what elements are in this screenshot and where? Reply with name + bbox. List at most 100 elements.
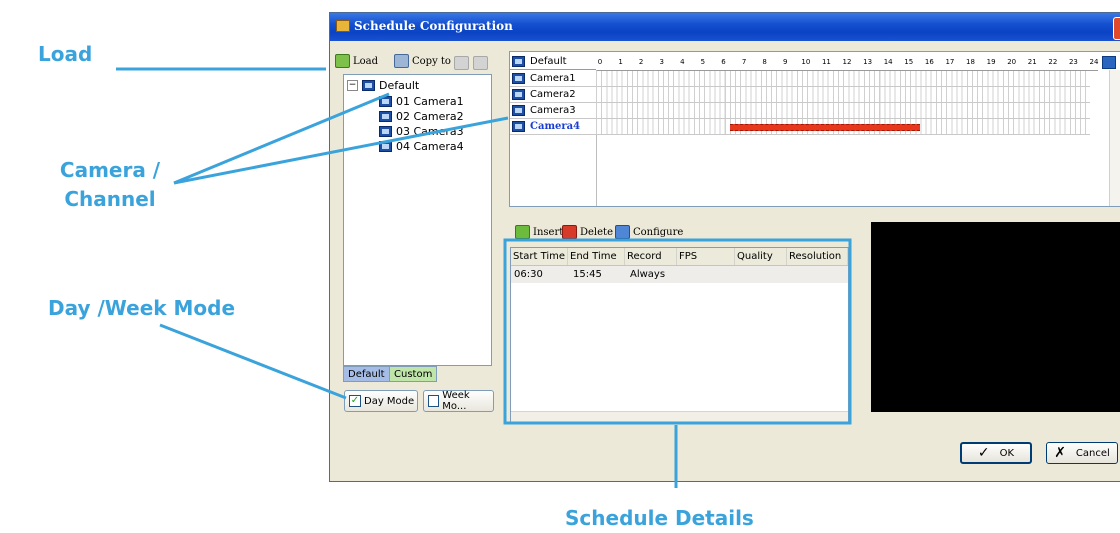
day-mode-checkbox[interactable]: ✓	[349, 395, 361, 407]
daymode-pointer-line	[159, 323, 347, 400]
tree-item-label: 03 Camera3	[396, 125, 464, 138]
grid-scrollbar[interactable]	[1109, 70, 1120, 206]
delete-button[interactable]: Delete	[562, 225, 613, 239]
cancel-button[interactable]: ✗ Cancel	[1046, 442, 1118, 464]
col-fps[interactable]: FPS	[677, 248, 735, 265]
copy-icon	[394, 54, 409, 68]
hour-label-9: 9	[783, 58, 788, 66]
day-mode-button[interactable]: ✓ Day Mode	[344, 390, 418, 412]
load-icon	[335, 54, 350, 68]
tree-item-label: 02 Camera2	[396, 110, 464, 123]
recording-schedule-bar[interactable]	[729, 124, 921, 131]
configure-label: Configure	[633, 226, 684, 238]
hour-label-7: 7	[741, 58, 747, 66]
camera-icon	[379, 141, 392, 152]
hour-ruler: 0 1 2 3 4 5 6 7 8 9 10 11 12 13 14 15 16 17 18 19 20 21 22 23 24	[596, 54, 1098, 71]
app-icon	[336, 20, 350, 32]
hour-label-19: 19	[986, 58, 996, 66]
camera-icon	[379, 96, 392, 107]
hour-label-18: 18	[966, 58, 975, 66]
copy-to-label: Copy to	[412, 55, 451, 67]
callout-day-week-mode: Day /Week Mode	[48, 296, 236, 320]
cell-end-time: 15:45	[573, 269, 602, 280]
configure-button[interactable]: Configure	[615, 225, 683, 239]
collapse-icon[interactable]: −	[347, 80, 358, 91]
tree-root-label: Default	[379, 79, 420, 92]
timeline-row-camera1[interactable]	[596, 71, 1090, 87]
table-row[interactable]: 06:30 15:45 Always	[511, 266, 848, 283]
hour-label-2: 2	[638, 58, 644, 66]
callout-camera-line2: Channel	[64, 187, 156, 211]
grid-row-camera3[interactable]: Camera3	[510, 103, 596, 119]
cell-record: Always	[630, 269, 666, 280]
schedule-grid: Default 0 1 2 3 4 5 6 7 8 9 10 11 12 13 14 15 16 17 18 19 20…	[509, 51, 1120, 207]
insert-label: Insert	[533, 226, 564, 238]
grid-row-camera1[interactable]: Camera1	[510, 71, 596, 87]
tree-item-camera2[interactable]: 02 Camera2	[379, 110, 464, 123]
tree-tabs: Default Custom	[343, 366, 492, 382]
col-record[interactable]: Record	[625, 248, 677, 265]
col-quality[interactable]: Quality	[735, 248, 787, 265]
week-mode-label: Week Mo...	[442, 390, 470, 412]
schedule-configuration-dialog: Schedule Configuration X Load Copy to − …	[329, 12, 1120, 482]
check-icon: ✓	[977, 445, 990, 461]
camera-icon	[512, 121, 525, 132]
grid-row-label: Camera2	[530, 89, 576, 100]
grid-header-label: Default	[530, 56, 567, 67]
callout-schedule-details: Schedule Details	[565, 506, 754, 530]
hour-label-14: 14	[883, 58, 893, 66]
table-hscrollbar[interactable]	[511, 411, 848, 422]
group-icon	[362, 80, 375, 91]
tree-item-camera1[interactable]: 01 Camera1	[379, 95, 464, 108]
camera-icon	[379, 126, 392, 137]
timeline-row-camera4[interactable]	[596, 119, 1090, 135]
hour-label-15: 15	[904, 58, 914, 66]
week-mode-checkbox[interactable]	[428, 395, 440, 407]
timeline-row-camera3[interactable]	[596, 103, 1090, 119]
move-down-icon[interactable]	[473, 56, 488, 70]
table-header: Start Time End Time Record FPS Quality R…	[511, 248, 848, 266]
tree-item-label: 01 Camera1	[396, 95, 464, 108]
copy-to-button[interactable]: Copy to	[394, 54, 451, 68]
tab-default[interactable]: Default	[343, 366, 390, 382]
window-title: Schedule Configuration	[354, 19, 513, 33]
grid-row-camera4[interactable]: Camera4	[510, 119, 596, 135]
hour-label-23: 23	[1068, 58, 1078, 66]
hour-label-16: 16	[924, 58, 934, 66]
grid-row-label: Camera3	[530, 105, 576, 116]
hour-label-21: 21	[1027, 58, 1037, 66]
cell-start-time: 06:30	[514, 269, 543, 280]
hour-label-22: 22	[1048, 58, 1058, 66]
tab-custom[interactable]: Custom	[389, 366, 438, 382]
callout-camera-channel: Camera / Channel	[30, 156, 190, 214]
timeline-toggle-icon[interactable]	[1102, 56, 1116, 69]
cancel-label: Cancel	[1075, 447, 1110, 459]
ok-button[interactable]: ✓ OK	[960, 442, 1032, 464]
hour-label-8: 8	[762, 58, 767, 66]
grid-row-label: Camera1	[530, 73, 576, 84]
hour-label-6: 6	[721, 58, 726, 66]
hour-label-3: 3	[659, 58, 664, 66]
hour-label-17: 17	[945, 58, 955, 66]
camera-icon	[512, 89, 525, 100]
tree-item-camera3[interactable]: 03 Camera3	[379, 125, 464, 138]
move-up-icon[interactable]	[454, 56, 469, 70]
delete-icon	[562, 225, 577, 239]
camera-icon	[512, 105, 525, 116]
tree-root-default[interactable]: − Default	[347, 79, 419, 92]
timeline-row-camera2[interactable]	[596, 87, 1090, 103]
col-resolution[interactable]: Resolution	[787, 248, 848, 265]
close-button[interactable]: X	[1113, 17, 1120, 40]
title-bar: Schedule Configuration X	[330, 13, 1120, 41]
callout-camera-line1: Camera /	[59, 158, 161, 182]
tree-item-camera4[interactable]: 04 Camera4	[379, 140, 464, 153]
load-button[interactable]: Load	[335, 54, 378, 68]
grid-row-label: Camera4	[530, 121, 581, 132]
insert-button[interactable]: Insert	[515, 225, 563, 239]
hour-label-5: 5	[700, 58, 706, 66]
col-end-time[interactable]: End Time	[568, 248, 625, 265]
camera-tree: − Default 01 Camera1 02 Camera2 03 Camer…	[343, 74, 492, 366]
grid-row-camera2[interactable]: Camera2	[510, 87, 596, 103]
week-mode-button[interactable]: Week Mo...	[423, 390, 494, 412]
col-start-time[interactable]: Start Time	[511, 248, 568, 265]
